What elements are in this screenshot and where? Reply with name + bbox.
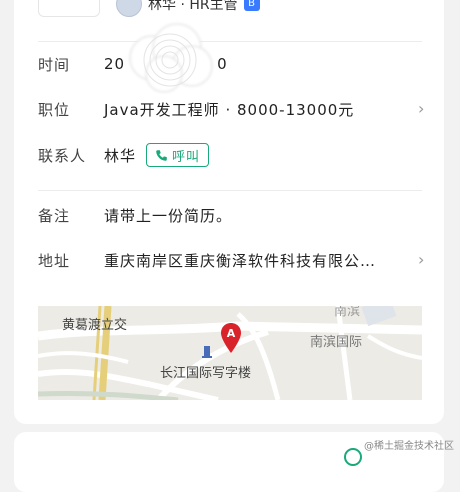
map-label-interchange: 黄葛渡立交	[62, 318, 128, 333]
watermark: @稀土掘金技术社区	[364, 441, 454, 452]
map-label-nanbin: 南滨国际	[310, 335, 363, 350]
time-row: 时间 20 0	[38, 52, 428, 76]
hr-avatar	[116, 0, 142, 17]
position-row[interactable]: 职位 Java开发工程师 · 8000-13000元 ›	[38, 97, 428, 121]
location-map[interactable]: 黄葛渡立交 南滨 南滨国际 长江国际写字楼 A	[38, 306, 422, 400]
phone-icon	[156, 149, 167, 161]
call-button-label: 呼叫	[172, 149, 201, 165]
map-label-building: 长江国际写字楼	[160, 366, 252, 381]
address-value: 重庆南岸区重庆衡泽软件科技有限公…	[104, 251, 377, 270]
address-label: 地址	[38, 251, 71, 270]
hr-name: 林华 · HR主管	[148, 0, 238, 13]
map-marker-letter: A	[227, 327, 236, 340]
time-label: 时间	[38, 55, 71, 74]
note-row: 备注 请带上一份简历。	[38, 203, 428, 227]
chevron-right-icon: ›	[418, 99, 425, 118]
position-value: Java开发工程师 · 8000-13000元	[104, 100, 355, 119]
verified-badge-icon: B	[243, 0, 260, 11]
call-button[interactable]: 呼叫	[146, 143, 210, 167]
divider	[38, 41, 422, 42]
note-value: 请带上一份简历。	[104, 206, 233, 225]
note-label: 备注	[38, 206, 71, 225]
company-logo	[38, 0, 100, 17]
contact-row: 联系人 林华 呼叫	[38, 143, 428, 167]
contact-label: 联系人	[38, 146, 87, 165]
chevron-right-icon: ›	[418, 250, 425, 269]
time-value-end: 0	[217, 55, 228, 73]
map-marker-icon: A	[221, 323, 241, 353]
hr-info: 林华 · HR主管 B	[116, 0, 260, 17]
map-label-nanbin-partial: 南滨	[334, 306, 361, 319]
address-row[interactable]: 地址 重庆南岸区重庆衡泽软件科技有限公… ›	[38, 248, 428, 272]
status-circle-icon	[344, 448, 362, 466]
position-label: 职位	[38, 100, 71, 119]
privacy-mask-icon	[129, 23, 213, 93]
contact-value: 林华	[104, 146, 137, 165]
divider	[38, 190, 422, 191]
